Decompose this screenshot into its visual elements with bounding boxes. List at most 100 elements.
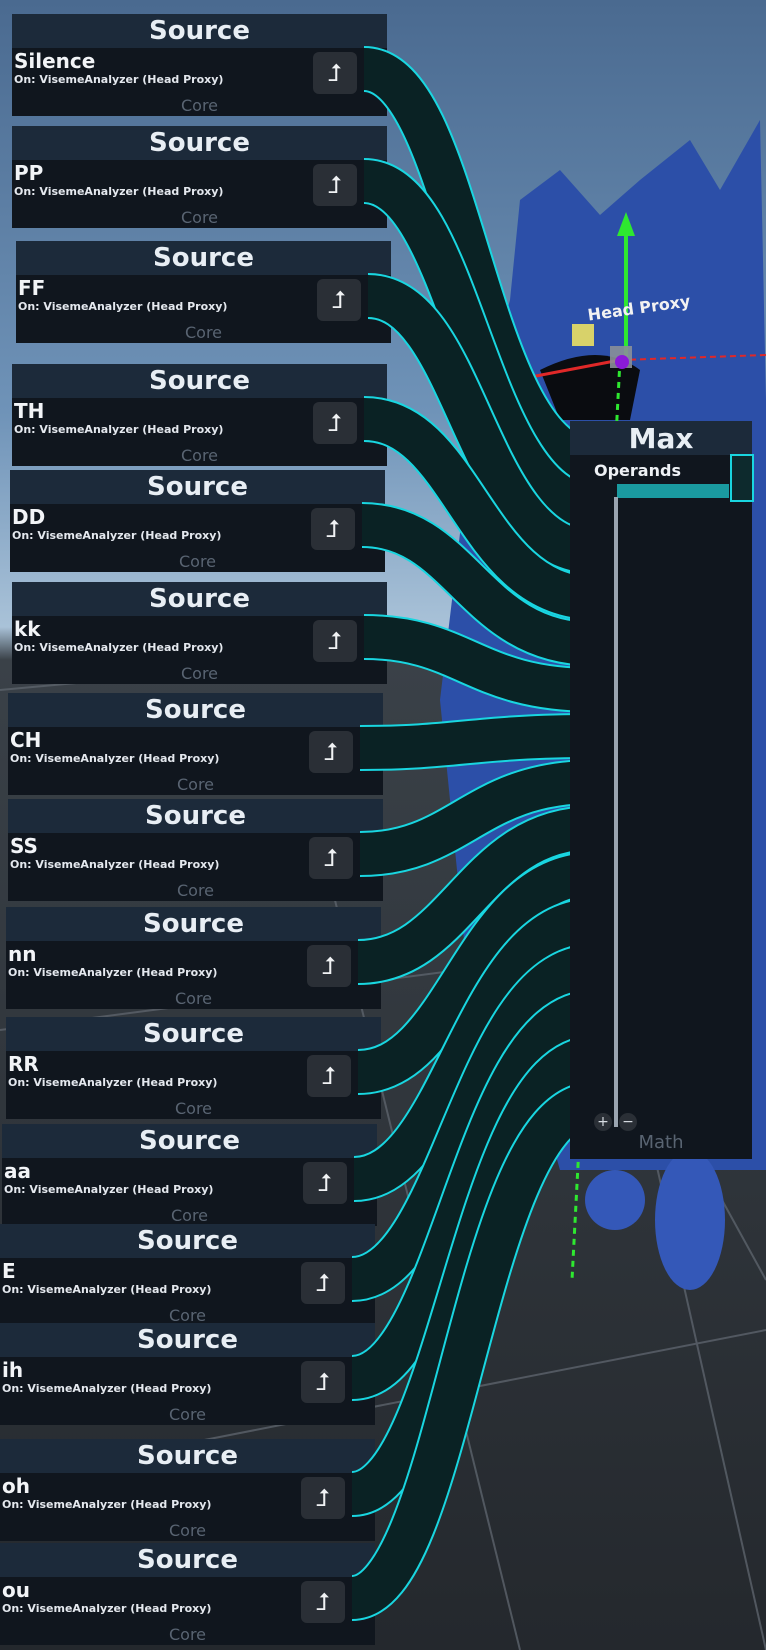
source-node-title: Source xyxy=(16,241,391,275)
operands-label: Operands xyxy=(594,461,681,480)
output-arrow-icon[interactable]: ⮥ xyxy=(301,1581,345,1623)
source-node-label: ih xyxy=(2,1358,24,1382)
source-node[interactable]: Source SS On: VisemeAnalyzer (Head Proxy) ⮥… xyxy=(8,799,383,901)
source-node-label: CH xyxy=(10,728,42,752)
source-node-label: kk xyxy=(14,617,41,641)
output-arrow-icon[interactable]: ⮥ xyxy=(309,731,353,773)
source-node-subtitle: On: VisemeAnalyzer (Head Proxy) xyxy=(18,300,228,313)
source-node-category: Core xyxy=(184,323,223,342)
source-node[interactable]: Source TH On: VisemeAnalyzer (Head Proxy) ⮥… xyxy=(12,364,387,466)
source-node[interactable]: Source Silence On: VisemeAnalyzer (Head Pr… xyxy=(12,14,387,116)
source-node[interactable]: Source PP On: VisemeAnalyzer (Head Proxy) ⮥… xyxy=(12,126,387,228)
operand-track xyxy=(614,497,618,1127)
source-node-category: Core xyxy=(180,664,219,683)
source-node[interactable]: Source CH On: VisemeAnalyzer (Head Proxy) ⮥… xyxy=(8,693,383,795)
output-arrow-icon[interactable]: ⮥ xyxy=(313,164,357,206)
source-node-category: Core xyxy=(180,446,219,465)
source-node-category: Core xyxy=(180,208,219,227)
source-node-subtitle: On: VisemeAnalyzer (Head Proxy) xyxy=(2,1382,212,1395)
source-node-body: ou On: VisemeAnalyzer (Head Proxy) ⮥ Core xyxy=(0,1577,375,1645)
source-node-subtitle: On: VisemeAnalyzer (Head Proxy) xyxy=(14,423,224,436)
output-arrow-icon[interactable]: ⮥ xyxy=(307,1055,351,1097)
source-node-label: RR xyxy=(8,1052,39,1076)
source-node-body: PP On: VisemeAnalyzer (Head Proxy) ⮥ Core xyxy=(12,160,387,228)
source-node-title: Source xyxy=(6,1017,381,1051)
source-node-label: ou xyxy=(2,1578,30,1602)
output-arrow-icon[interactable]: ⮥ xyxy=(313,402,357,444)
source-node-subtitle: On: VisemeAnalyzer (Head Proxy) xyxy=(8,966,218,979)
source-node-category: Core xyxy=(176,775,215,794)
source-node-category: Core xyxy=(180,96,219,115)
source-node-body: SS On: VisemeAnalyzer (Head Proxy) ⮥ Core xyxy=(8,833,383,901)
source-node-label: DD xyxy=(12,505,46,529)
source-node-title: Source xyxy=(10,470,385,504)
source-node-body: E On: VisemeAnalyzer (Head Proxy) ⮥ Core xyxy=(0,1258,375,1326)
source-node[interactable]: Source kk On: VisemeAnalyzer (Head Proxy) ⮥… xyxy=(12,582,387,684)
max-node-category: Math xyxy=(638,1132,684,1153)
source-node-title: Source xyxy=(0,1543,375,1577)
max-output-port[interactable] xyxy=(730,454,754,502)
source-node-subtitle: On: VisemeAnalyzer (Head Proxy) xyxy=(2,1602,212,1615)
source-node-label: aa xyxy=(4,1159,31,1183)
source-node-subtitle: On: VisemeAnalyzer (Head Proxy) xyxy=(8,1076,218,1089)
source-node[interactable]: Source FF On: VisemeAnalyzer (Head Proxy) ⮥… xyxy=(16,241,391,343)
output-arrow-icon[interactable]: ⮥ xyxy=(303,1162,347,1204)
source-node-label: E xyxy=(2,1259,16,1283)
source-node-body: FF On: VisemeAnalyzer (Head Proxy) ⮥ Core xyxy=(16,275,391,343)
source-node-label: PP xyxy=(14,161,44,185)
source-node-subtitle: On: VisemeAnalyzer (Head Proxy) xyxy=(12,529,222,542)
source-node[interactable]: Source DD On: VisemeAnalyzer (Head Proxy) ⮥… xyxy=(10,470,385,572)
source-node-category: Core xyxy=(170,1206,209,1225)
source-node-title: Source xyxy=(6,907,381,941)
output-arrow-icon[interactable]: ⮥ xyxy=(309,837,353,879)
max-node-title: Max xyxy=(570,421,752,455)
output-arrow-icon[interactable]: ⮥ xyxy=(313,620,357,662)
source-node-body: aa On: VisemeAnalyzer (Head Proxy) ⮥ Core xyxy=(2,1158,377,1226)
source-node-category: Core xyxy=(168,1521,207,1540)
source-node-subtitle: On: VisemeAnalyzer (Head Proxy) xyxy=(10,752,220,765)
source-node-category: Core xyxy=(176,881,215,900)
source-node-title: Source xyxy=(0,1224,375,1258)
output-arrow-icon[interactable]: ⮥ xyxy=(301,1361,345,1403)
source-node-title: Source xyxy=(12,364,387,398)
source-node-label: nn xyxy=(8,942,37,966)
max-node-body xyxy=(570,455,752,1159)
source-node[interactable]: Source RR On: VisemeAnalyzer (Head Proxy) ⮥… xyxy=(6,1017,381,1119)
source-node-body: Silence On: VisemeAnalyzer (Head Proxy) ⮥ C… xyxy=(12,48,387,116)
source-node-body: ih On: VisemeAnalyzer (Head Proxy) ⮥ Core xyxy=(0,1357,375,1425)
output-arrow-icon[interactable]: ⮥ xyxy=(301,1477,345,1519)
source-node-body: DD On: VisemeAnalyzer (Head Proxy) ⮥ Core xyxy=(10,504,385,572)
source-node-subtitle: On: VisemeAnalyzer (Head Proxy) xyxy=(10,858,220,871)
max-node[interactable]: Max Operands + − Math xyxy=(570,421,754,1159)
source-node[interactable]: Source oh On: VisemeAnalyzer (Head Proxy) ⮥… xyxy=(0,1439,375,1541)
source-node[interactable]: Source ih On: VisemeAnalyzer (Head Proxy) ⮥… xyxy=(0,1323,375,1425)
source-node[interactable]: Source aa On: VisemeAnalyzer (Head Proxy) ⮥… xyxy=(2,1124,377,1226)
source-node-category: Core xyxy=(178,552,217,571)
source-node-subtitle: On: VisemeAnalyzer (Head Proxy) xyxy=(14,641,224,654)
output-arrow-icon[interactable]: ⮥ xyxy=(317,279,361,321)
source-node[interactable]: Source E On: VisemeAnalyzer (Head Proxy) ⮥ C… xyxy=(0,1224,375,1326)
source-node-subtitle: On: VisemeAnalyzer (Head Proxy) xyxy=(2,1498,212,1511)
source-node[interactable]: Source nn On: VisemeAnalyzer (Head Proxy) ⮥… xyxy=(6,907,381,1009)
source-node-label: TH xyxy=(14,399,45,423)
add-operand-button[interactable]: + xyxy=(594,1113,612,1131)
source-node-subtitle: On: VisemeAnalyzer (Head Proxy) xyxy=(14,73,224,86)
source-node-subtitle: On: VisemeAnalyzer (Head Proxy) xyxy=(14,185,224,198)
source-node-category: Core xyxy=(168,1405,207,1424)
source-node-body: CH On: VisemeAnalyzer (Head Proxy) ⮥ Core xyxy=(8,727,383,795)
source-node-body: oh On: VisemeAnalyzer (Head Proxy) ⮥ Core xyxy=(0,1473,375,1541)
operand-slot[interactable] xyxy=(617,484,729,498)
source-node-title: Source xyxy=(0,1323,375,1357)
source-node-label: Silence xyxy=(14,49,96,73)
source-node-title: Source xyxy=(12,582,387,616)
output-arrow-icon[interactable]: ⮥ xyxy=(307,945,351,987)
output-arrow-icon[interactable]: ⮥ xyxy=(311,508,355,550)
remove-operand-button[interactable]: − xyxy=(619,1113,637,1131)
source-node[interactable]: Source ou On: VisemeAnalyzer (Head Proxy) ⮥… xyxy=(0,1543,375,1645)
output-arrow-icon[interactable]: ⮥ xyxy=(301,1262,345,1304)
source-node-body: RR On: VisemeAnalyzer (Head Proxy) ⮥ Core xyxy=(6,1051,381,1119)
source-node-title: Source xyxy=(12,126,387,160)
source-node-subtitle: On: VisemeAnalyzer (Head Proxy) xyxy=(2,1283,212,1296)
output-arrow-icon[interactable]: ⮥ xyxy=(313,52,357,94)
source-node-label: FF xyxy=(18,276,46,300)
